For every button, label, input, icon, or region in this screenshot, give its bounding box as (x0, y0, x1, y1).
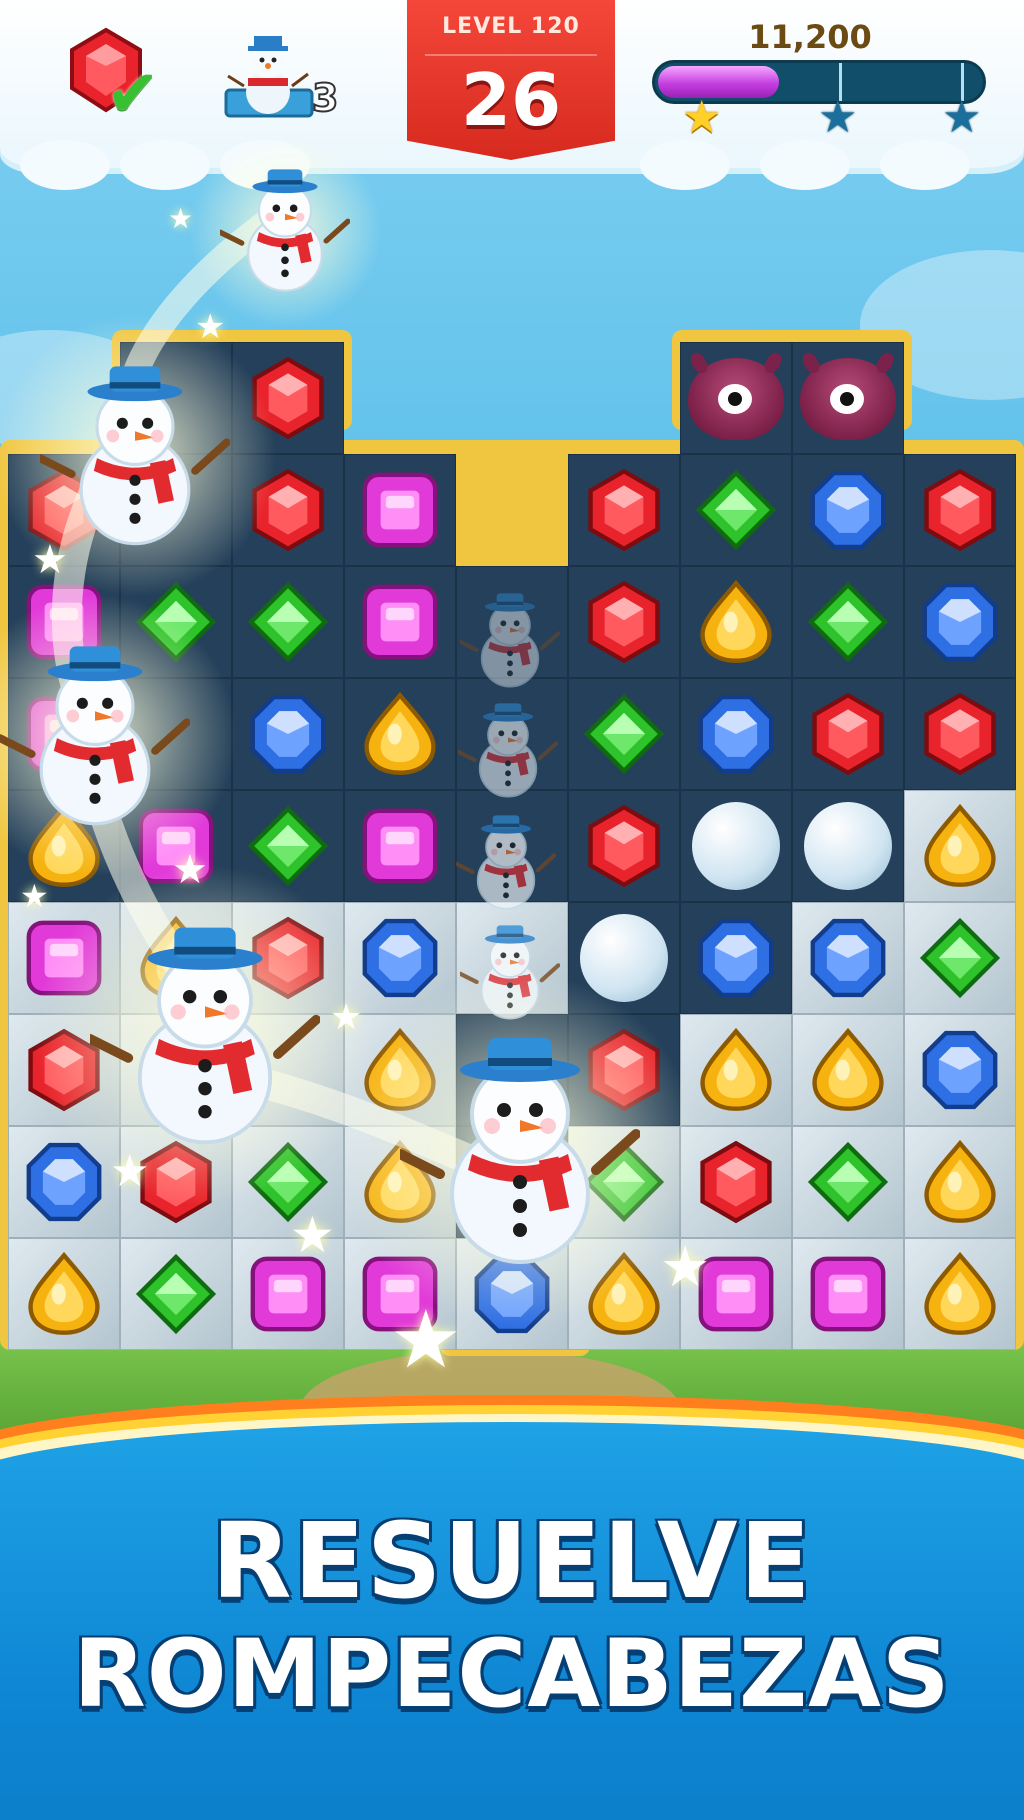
sparkle-icon: ★ (172, 847, 208, 893)
sparkle-icon: ★ (110, 1146, 150, 1197)
snowman-ghost (460, 593, 560, 688)
flying-snowman (220, 169, 350, 292)
sparkle-icon: ★ (32, 537, 68, 583)
snowman-ghost (456, 815, 556, 910)
slogan-line-2: ROMPECABEZAS (73, 1620, 951, 1729)
flying-snowman (40, 366, 230, 546)
sparkle-icon: ★ (290, 1206, 335, 1264)
flying-snowman (400, 1038, 640, 1264)
sparkle-icon: ★ (195, 307, 226, 347)
sparkle-icon: ★ (330, 997, 363, 1038)
sparkle-icon: ★ (660, 1235, 711, 1300)
game-scene: ✔ 3 LEVEL 120 26 11,200 ★ ★ ★ ★ ★ ★ ★ ★ … (0, 0, 1024, 1820)
slogan-line-1: RESUELVE (211, 1500, 813, 1622)
sparkle-icon: ★ (390, 1293, 462, 1386)
flying-snowman (0, 646, 190, 826)
sparkle-icon: ★ (168, 202, 194, 235)
snowman-ghost (458, 703, 558, 798)
flying-snowman (90, 927, 320, 1145)
sparkle-icon: ★ (20, 877, 49, 915)
